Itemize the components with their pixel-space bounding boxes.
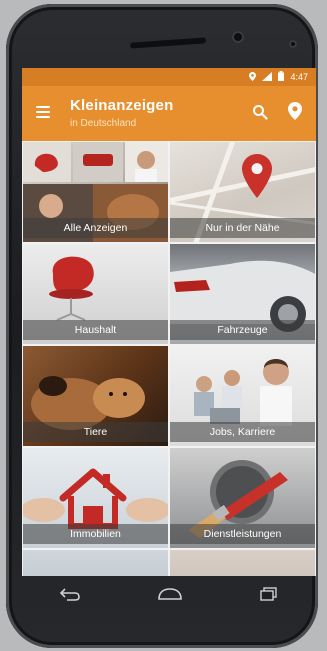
- category-label: Immobilien: [23, 524, 168, 544]
- front-camera: [232, 31, 244, 43]
- search-icon[interactable]: [252, 104, 268, 120]
- category-label: Haushalt: [23, 320, 168, 340]
- category-grid: Alle Anzeigen Nur in der Nähe Haushalt F…: [22, 141, 316, 576]
- app-bar: Kleinanzeigen in Deutschland: [22, 86, 316, 141]
- map-pin-icon: [242, 154, 272, 198]
- status-time: 4:47: [290, 72, 308, 82]
- back-icon[interactable]: [59, 587, 81, 601]
- title-block: Kleinanzeigen in Deutschland: [70, 97, 173, 129]
- category-tile-partial[interactable]: [169, 549, 316, 576]
- category-tile-dienstleistungen[interactable]: Dienstleistungen: [169, 447, 316, 549]
- battery-icon: [278, 71, 285, 83]
- status-bar: 4:47: [22, 68, 316, 86]
- category-tile-partial[interactable]: [22, 549, 169, 576]
- category-tile-jobs-karriere[interactable]: Jobs, Karriere: [169, 345, 316, 447]
- category-label: Fahrzeuge: [170, 320, 315, 340]
- android-nav-bar: [22, 576, 316, 612]
- category-tile-nur-in-der-naehe[interactable]: Nur in der Nähe: [169, 141, 316, 243]
- category-label: Alle Anzeigen: [23, 218, 168, 238]
- phone-earpiece: [129, 37, 207, 49]
- category-label: Dienstleistungen: [170, 524, 315, 544]
- category-tile-alle-anzeigen[interactable]: Alle Anzeigen: [22, 141, 169, 243]
- location-subtitle[interactable]: in Deutschland: [70, 118, 173, 129]
- home-icon[interactable]: [155, 587, 185, 601]
- category-tile-fahrzeuge[interactable]: Fahrzeuge: [169, 243, 316, 345]
- recent-apps-icon[interactable]: [259, 587, 279, 601]
- app-screen: 4:47 Kleinanzeigen in Deutschland Alle A…: [22, 68, 316, 576]
- category-tile-haushalt[interactable]: Haushalt: [22, 243, 169, 345]
- location-icon: [249, 71, 257, 83]
- location-pin-icon[interactable]: [288, 102, 302, 120]
- category-label: Nur in der Nähe: [170, 218, 315, 238]
- proximity-sensor: [289, 40, 297, 48]
- app-title: Kleinanzeigen: [70, 97, 174, 114]
- menu-icon[interactable]: [36, 106, 50, 118]
- category-tile-tiere[interactable]: Tiere: [22, 345, 169, 447]
- category-label: Tiere: [23, 422, 168, 442]
- signal-icon: [262, 71, 273, 83]
- category-label: Jobs, Karriere: [170, 422, 315, 442]
- category-tile-immobilien[interactable]: Immobilien: [22, 447, 169, 549]
